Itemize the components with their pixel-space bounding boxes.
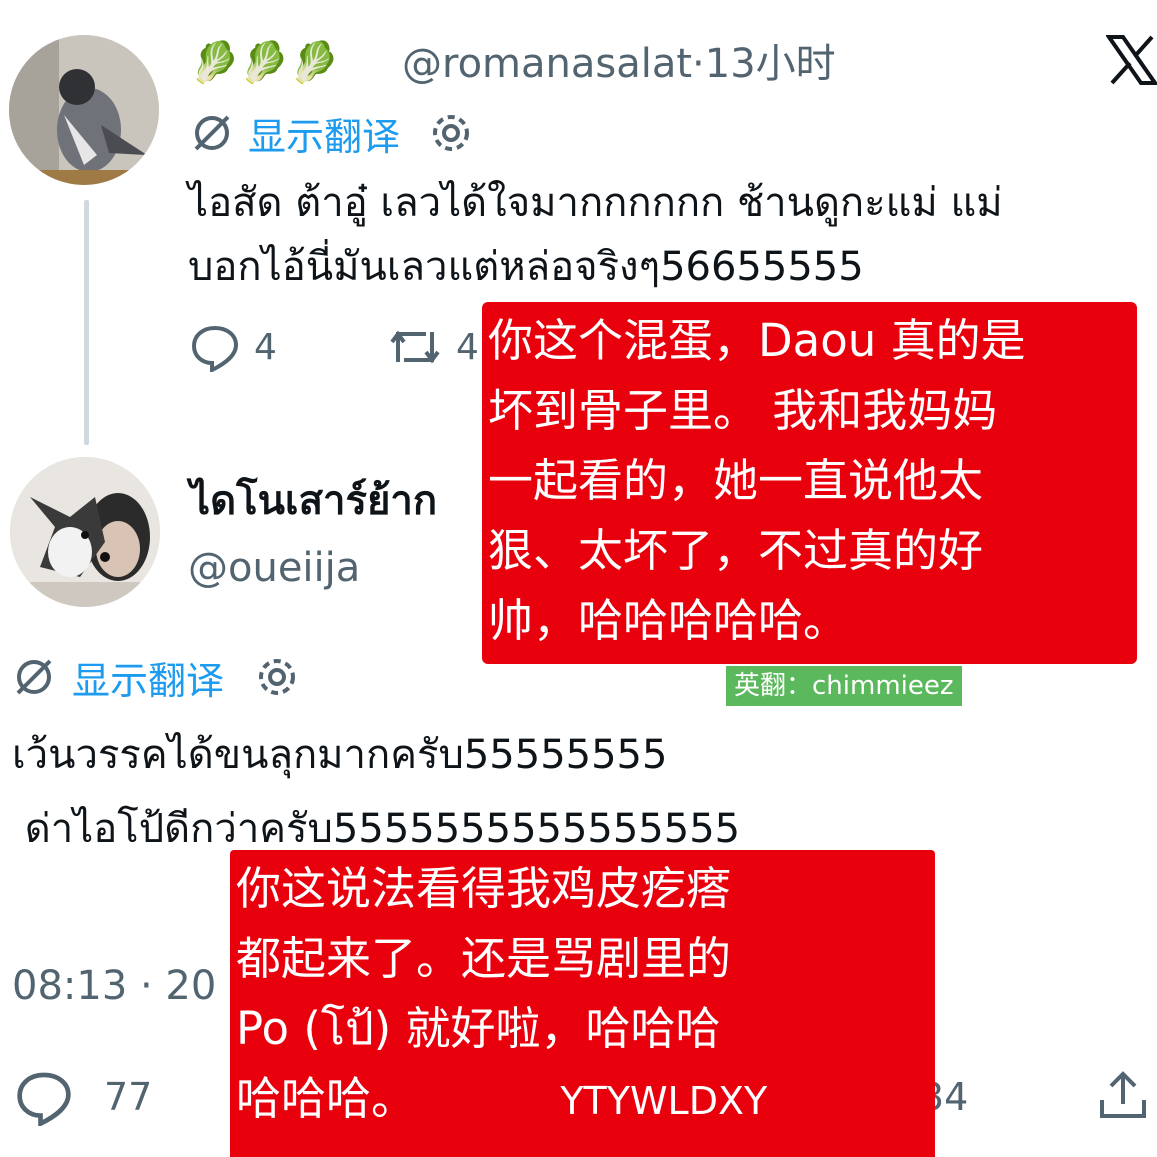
overlay-line: 一起看的，她一直说他太 [488,454,984,507]
show-translation-link[interactable]: 显示翻译 [72,650,224,705]
display-name[interactable]: ไดโนเสาร์ย้าก [190,470,437,532]
reply-stat[interactable]: 4 [190,322,277,372]
handle-time[interactable]: @romanasalat·13小时 [402,36,836,92]
overlay-line: Po (โป้) 就好啦，哈哈哈 [236,1002,721,1055]
translator-credit: 英翻：chimmieez [726,666,962,706]
retweet-icon [388,322,442,372]
reply-count: 77 [104,1075,153,1119]
user-handle[interactable]: @oueiija [188,538,360,598]
watermark-signature: YTYWLDXY [560,1079,768,1123]
tweet-text-line: ไอสัด ต้าอู๋ เลวได้ใจมากกกกกก ช้านดูกะแม… [188,180,1003,226]
reply-stat[interactable]: 77 [14,1068,152,1126]
lettuce-emoji: 🥬 [289,40,340,86]
lettuce-emoji: 🥬 [239,40,290,86]
gear-icon[interactable] [428,110,474,156]
reply-count: 4 [254,326,277,368]
retweet-count: 4 [456,326,479,368]
tweet-text-line: เว้นวรรคได้ขนลุกมากครับ55555555 [12,732,668,778]
lettuce-emoji: 🥬 [190,40,240,86]
overlay-line: 你这个混蛋，Daou 真的是 [488,314,1026,367]
user-emoji-name: 🥬🥬🥬 [190,34,339,92]
translation-overlay: 你这个混蛋，Daou 真的是 坏到骨子里。 我和我妈妈 一起看的，她一直说他太 … [482,302,1137,664]
translation-overlay: 你这说法看得我鸡皮疙瘩 都起来了。还是骂剧里的 Po (โป้) 就好啦，哈哈哈… [230,850,935,1157]
tweet-text-line: บอกไอ้นี่มันเลวแต่หล่อจริงๆ56655555 [188,244,864,290]
overlay-line: 坏到骨子里。 我和我妈妈 [488,384,998,437]
translate-off-icon [190,111,234,155]
overlay-line: 哈哈哈。 YTYWLDXY [236,1064,923,1136]
reply-icon [190,322,240,372]
share-icon[interactable] [1096,1068,1150,1122]
translate-row: 显示翻译 [12,650,300,704]
show-translation-link[interactable]: 显示翻译 [248,106,400,161]
retweet-stat[interactable]: 4 [388,322,479,372]
overlay-line-text: 哈哈哈。 [236,1072,417,1125]
overlay-line: 狠、太坏了，不过真的好 [488,524,984,577]
translate-row: 显示翻译 [190,106,474,160]
avatar[interactable] [9,35,159,185]
reply-icon [14,1068,74,1126]
tweet-timestamp[interactable]: 08:13 · 20 [12,956,216,1016]
x-logo-icon[interactable] [1106,34,1157,86]
overlay-line: 你这说法看得我鸡皮疙瘩 [236,862,732,915]
avatar[interactable] [10,457,160,607]
gear-icon[interactable] [254,654,300,700]
translate-off-icon [12,655,56,699]
overlay-line: 帅，哈哈哈哈哈。 [488,594,849,647]
thread-line [84,200,89,445]
overlay-line: 都起来了。还是骂剧里的 [236,932,732,985]
